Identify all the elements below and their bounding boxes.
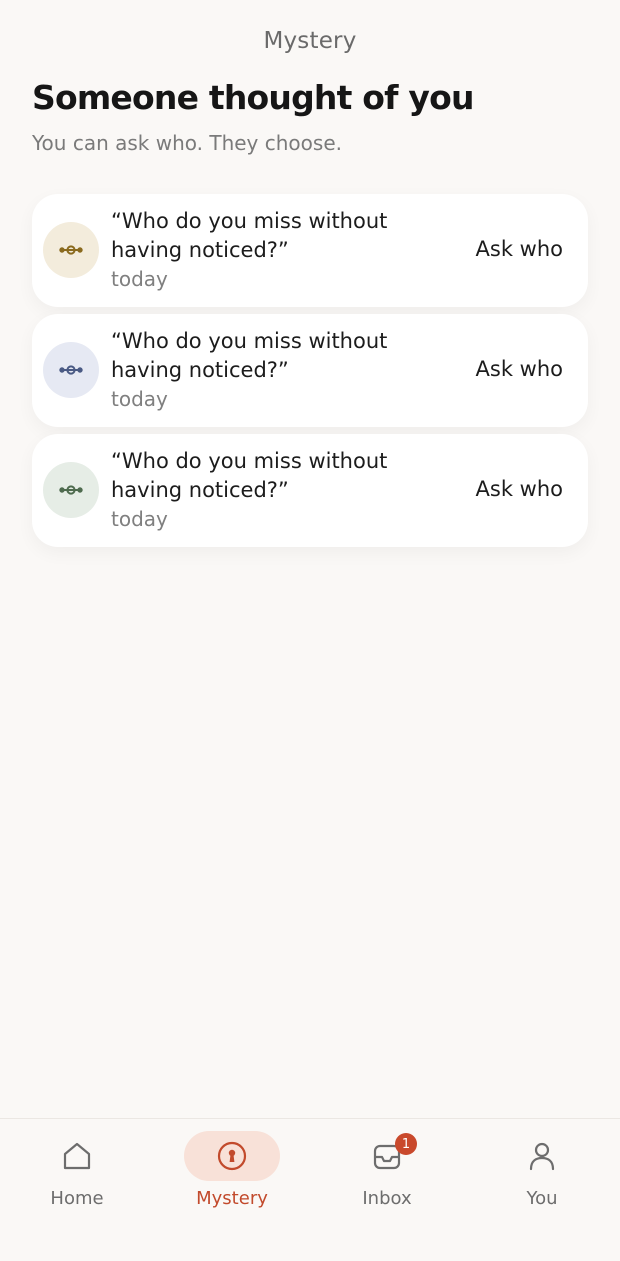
nav-label: Home [50, 1188, 104, 1209]
card-timestamp: today [111, 387, 168, 411]
inbox-badge: 1 [395, 1133, 417, 1155]
mystery-card: “Who do you miss without having noticed?… [32, 194, 588, 307]
link-icon [59, 245, 83, 255]
card-question: “Who do you miss without having noticed?… [111, 329, 388, 382]
nav-item-home[interactable]: Home [17, 1131, 137, 1221]
bottom-nav: Home Mystery 1 Inbox You [0, 1118, 620, 1261]
mystery-card: “Who do you miss without having noticed?… [32, 314, 588, 427]
nav-label: You [526, 1188, 558, 1209]
ask-who-button[interactable]: Ask who [476, 477, 563, 501]
link-icon [59, 485, 83, 495]
person-icon [529, 1142, 555, 1171]
page-heading: Someone thought of you [32, 78, 474, 117]
nav-icon-container: 1 [339, 1131, 435, 1181]
nav-label: Mystery [196, 1188, 268, 1209]
card-avatar [43, 342, 99, 398]
link-icon [59, 365, 83, 375]
nav-item-inbox[interactable]: 1 Inbox [327, 1131, 447, 1221]
card-avatar [43, 222, 99, 278]
nav-icon-container [29, 1131, 125, 1181]
nav-icon-container [494, 1131, 590, 1181]
nav-icon-container [184, 1131, 280, 1181]
home-icon [63, 1142, 91, 1170]
ask-who-button[interactable]: Ask who [476, 357, 563, 381]
card-timestamp: today [111, 507, 168, 531]
card-avatar [43, 462, 99, 518]
nav-item-you[interactable]: You [482, 1131, 602, 1221]
card-question: “Who do you miss without having noticed?… [111, 449, 388, 502]
screen-title: Mystery [263, 28, 357, 54]
mystery-screen: Mystery Someone thought of you You can a… [0, 0, 620, 1261]
ask-who-button[interactable]: Ask who [476, 237, 563, 261]
keyhole-icon [217, 1141, 247, 1171]
nav-label: Inbox [362, 1188, 412, 1209]
mystery-card: “Who do you miss without having noticed?… [32, 434, 588, 547]
mystery-card-list: “Who do you miss without having noticed?… [32, 194, 588, 554]
nav-item-mystery[interactable]: Mystery [172, 1131, 292, 1221]
card-question: “Who do you miss without having noticed?… [111, 209, 388, 262]
page-subheading: You can ask who. They choose. [32, 131, 342, 155]
card-timestamp: today [111, 267, 168, 291]
